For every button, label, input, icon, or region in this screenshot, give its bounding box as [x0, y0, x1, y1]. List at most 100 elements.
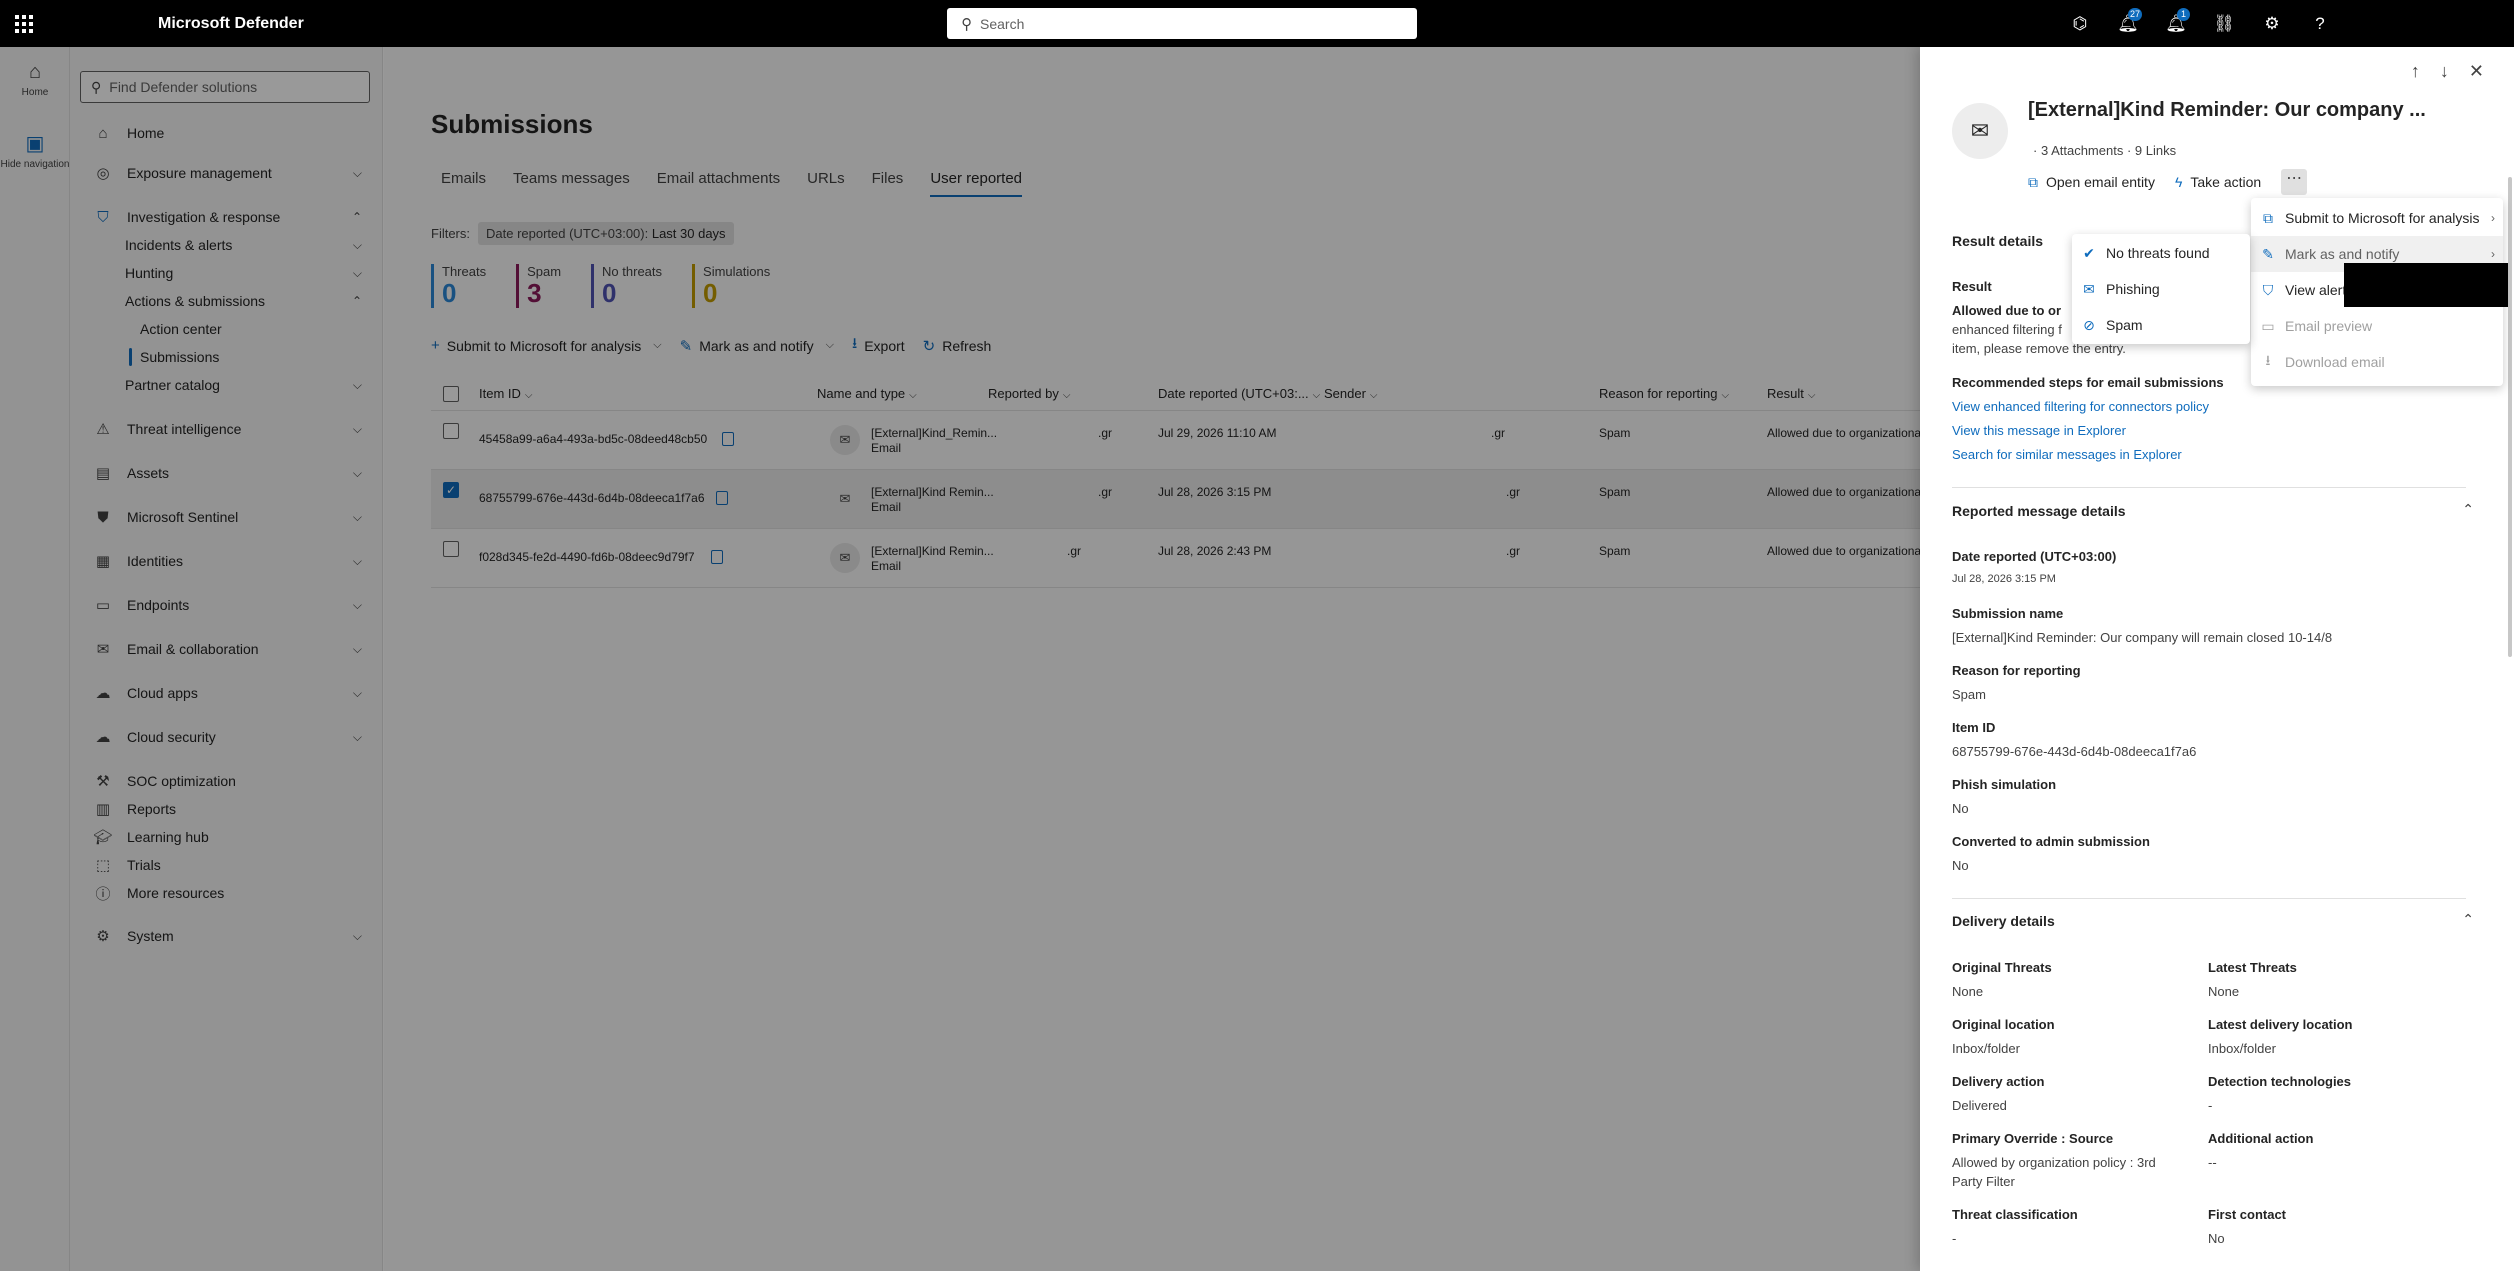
help-icon[interactable]: ? — [2296, 0, 2344, 47]
delivery-details-title[interactable]: Delivery details — [1952, 913, 2055, 929]
submenu-spam[interactable]: ⊘ Spam — [2072, 307, 2250, 343]
email-name[interactable]: [External]Kind_Remin... — [871, 426, 997, 440]
nav-more-resources[interactable]: ⓘ More resources — [70, 879, 383, 907]
counter-no-threats[interactable]: No threats 0 — [591, 264, 662, 308]
nav-partner-catalog[interactable]: Partner catalog ⌵ — [70, 371, 383, 399]
nav-assets[interactable]: ▤ Assets ⌵ — [70, 459, 383, 487]
link-view-in-explorer[interactable]: View this message in Explorer — [1952, 423, 2126, 438]
org-chart-icon[interactable]: ⌬ — [2056, 0, 2104, 47]
mark-as-notify-button[interactable]: ✎ Mark as and notify ⌵ — [680, 337, 834, 355]
nav-microsoft-sentinel[interactable]: ⛊ Microsoft Sentinel ⌵ — [70, 503, 383, 531]
counter-simulations[interactable]: Simulations 0 — [692, 264, 770, 308]
nav-rail: ⌂ Home ▣ Hide navigation — [0, 47, 70, 1271]
col-sender[interactable]: Sender ⌵ — [1324, 386, 1378, 401]
link-search-similar[interactable]: Search for similar messages in Explorer — [1952, 447, 2182, 462]
submenu-no-threats-found[interactable]: ✔ No threats found — [2072, 235, 2250, 271]
nav-cloud-apps[interactable]: ☁ Cloud apps ⌵ — [70, 679, 383, 707]
gear-icon[interactable]: ⚙ — [2248, 0, 2296, 47]
email-name[interactable]: [External]Kind Remin... — [871, 485, 994, 499]
counter-threats[interactable]: Threats 0 — [431, 264, 486, 308]
bell-icon[interactable]: 🔔︎ 1 — [2152, 0, 2200, 47]
copy-icon[interactable] — [711, 550, 723, 564]
col-reported-by[interactable]: Reported by ⌵ — [988, 386, 1070, 401]
link-enhanced-filtering[interactable]: View enhanced filtering for connectors p… — [1952, 399, 2209, 414]
nav-threat-intelligence[interactable]: ⚠ Threat intelligence ⌵ — [70, 415, 383, 443]
menu-download-email[interactable]: ⭳ Download email — [2251, 344, 2503, 380]
find-solutions-input[interactable]: ⚲ Find Defender solutions — [80, 71, 370, 103]
select-all-checkbox[interactable] — [443, 386, 459, 402]
more-actions-button[interactable]: ⋯ — [2281, 169, 2308, 195]
nav-home[interactable]: ⌂ Home — [70, 119, 383, 147]
tab-emails[interactable]: Emails — [441, 170, 486, 197]
filters-label: Filters: — [431, 226, 470, 241]
chevron-down-icon[interactable]: ⌵ — [653, 339, 661, 352]
col-result[interactable]: Result ⌵ — [1767, 386, 1815, 401]
tab-urls[interactable]: URLs — [807, 170, 845, 197]
nav-hunting[interactable]: Hunting ⌵ — [70, 259, 383, 287]
chevron-up-icon[interactable]: ⌃ — [2462, 501, 2474, 518]
open-email-entity-button[interactable]: ⧉ Open email entity — [2028, 174, 2155, 191]
nav-investigation-response[interactable]: ⛉ Investigation & response ⌃ — [70, 203, 383, 231]
nav-cloud-security[interactable]: ☁ Cloud security ⌵ — [70, 723, 383, 751]
nav-submissions[interactable]: Submissions — [70, 343, 383, 371]
date-filter-chip[interactable]: Date reported (UTC+03:00): Last 30 days — [478, 222, 734, 245]
col-item-id[interactable]: Item ID ⌵ — [479, 386, 533, 401]
nav-learning-hub[interactable]: 🎓︎ Learning hub — [70, 823, 383, 851]
nav-reports[interactable]: ▥ Reports — [70, 795, 383, 823]
result-details-title[interactable]: Result details — [1952, 233, 2043, 249]
arrow-up-icon[interactable]: ↑ — [2411, 61, 2420, 82]
reported-message-details-title[interactable]: Reported message details — [1952, 503, 2126, 519]
attachments-count[interactable]: 3 Attachments — [2041, 143, 2123, 158]
download-icon: ⭳ — [851, 335, 858, 352]
col-name-type[interactable]: Name and type ⌵ — [817, 386, 917, 401]
counter-spam[interactable]: Spam 3 — [516, 264, 561, 308]
table-row[interactable]: ✓ 68755799-676e-443d-6d4b-08deeca1f7a6 ✉… — [431, 470, 1920, 529]
rail-hide-navigation[interactable]: ▣ Hide navigation — [0, 117, 70, 187]
take-action-button[interactable]: ϟ Take action — [2175, 174, 2261, 190]
app-title[interactable]: Microsoft Defender — [158, 15, 304, 33]
nav-soc-optimization[interactable]: ⚒ SOC optimization — [70, 767, 383, 795]
nav-actions-submissions[interactable]: Actions & submissions ⌃ — [70, 287, 383, 315]
refresh-button[interactable]: ↻ Refresh — [923, 337, 992, 355]
nav-trials[interactable]: ⬚ Trials — [70, 851, 383, 879]
col-date-reported[interactable]: Date reported (UTC+03:... ⌵ — [1158, 386, 1320, 401]
email-name[interactable]: [External]Kind Remin... — [871, 544, 994, 558]
table-row[interactable]: f028d345-fe2d-4490-fd6b-08deec9d79f7 ✉ [… — [431, 529, 1920, 588]
activity-icon[interactable]: 🔔︎ 27 — [2104, 0, 2152, 47]
menu-submit-to-microsoft[interactable]: ⧉ Submit to Microsoft for analysis › — [2251, 200, 2503, 236]
app-launcher-button[interactable] — [0, 0, 47, 47]
menu-email-preview[interactable]: ▭ Email preview — [2251, 308, 2503, 344]
divider — [1952, 487, 2466, 488]
row-checkbox[interactable] — [443, 423, 459, 439]
row-checkbox[interactable]: ✓ — [443, 482, 459, 498]
tab-user-reported[interactable]: User reported — [930, 170, 1023, 197]
nav-action-center[interactable]: Action center — [70, 315, 383, 343]
global-search-input[interactable]: ⚲ Search — [947, 8, 1417, 39]
table-row[interactable]: 45458a99-a6a4-493a-bd5c-08deed48cb50 ✉ [… — [431, 411, 1920, 470]
arrow-down-icon[interactable]: ↓ — [2440, 61, 2449, 82]
tab-email-attachments[interactable]: Email attachments — [657, 170, 780, 197]
nav-system[interactable]: ⚙ System ⌵ — [70, 922, 383, 950]
copy-icon[interactable] — [722, 432, 734, 446]
link-icon[interactable]: ⛓ — [2200, 0, 2248, 47]
col-reason[interactable]: Reason for reporting ⌵ — [1599, 386, 1729, 401]
menu-label: Mark as and notify — [2285, 246, 2400, 262]
links-count[interactable]: 9 Links — [2135, 143, 2176, 158]
open-entity-icon: ⧉ — [2028, 173, 2038, 190]
tab-teams-messages[interactable]: Teams messages — [513, 170, 630, 197]
submit-to-microsoft-button[interactable]: + Submit to Microsoft for analysis ⌵ — [431, 337, 662, 354]
nav-endpoints[interactable]: ▭ Endpoints ⌵ — [70, 591, 383, 619]
rail-home[interactable]: ⌂ Home — [0, 47, 70, 117]
panel-scrollbar[interactable] — [2508, 177, 2512, 657]
nav-email-collaboration[interactable]: ✉ Email & collaboration ⌵ — [70, 635, 383, 663]
nav-exposure-management[interactable]: ◎ Exposure management ⌵ — [70, 159, 383, 187]
tab-files[interactable]: Files — [872, 170, 904, 197]
nav-incidents-alerts[interactable]: Incidents & alerts ⌵ — [70, 231, 383, 259]
row-checkbox[interactable] — [443, 541, 459, 557]
submenu-phishing[interactable]: ✉ Phishing — [2072, 271, 2250, 307]
close-icon[interactable]: ✕ — [2469, 61, 2484, 82]
export-button[interactable]: ⭳ Export — [852, 333, 905, 358]
nav-identities[interactable]: ▦ Identities ⌵ — [70, 547, 383, 575]
copy-icon[interactable] — [716, 491, 728, 505]
chevron-up-icon[interactable]: ⌃ — [2462, 911, 2474, 928]
